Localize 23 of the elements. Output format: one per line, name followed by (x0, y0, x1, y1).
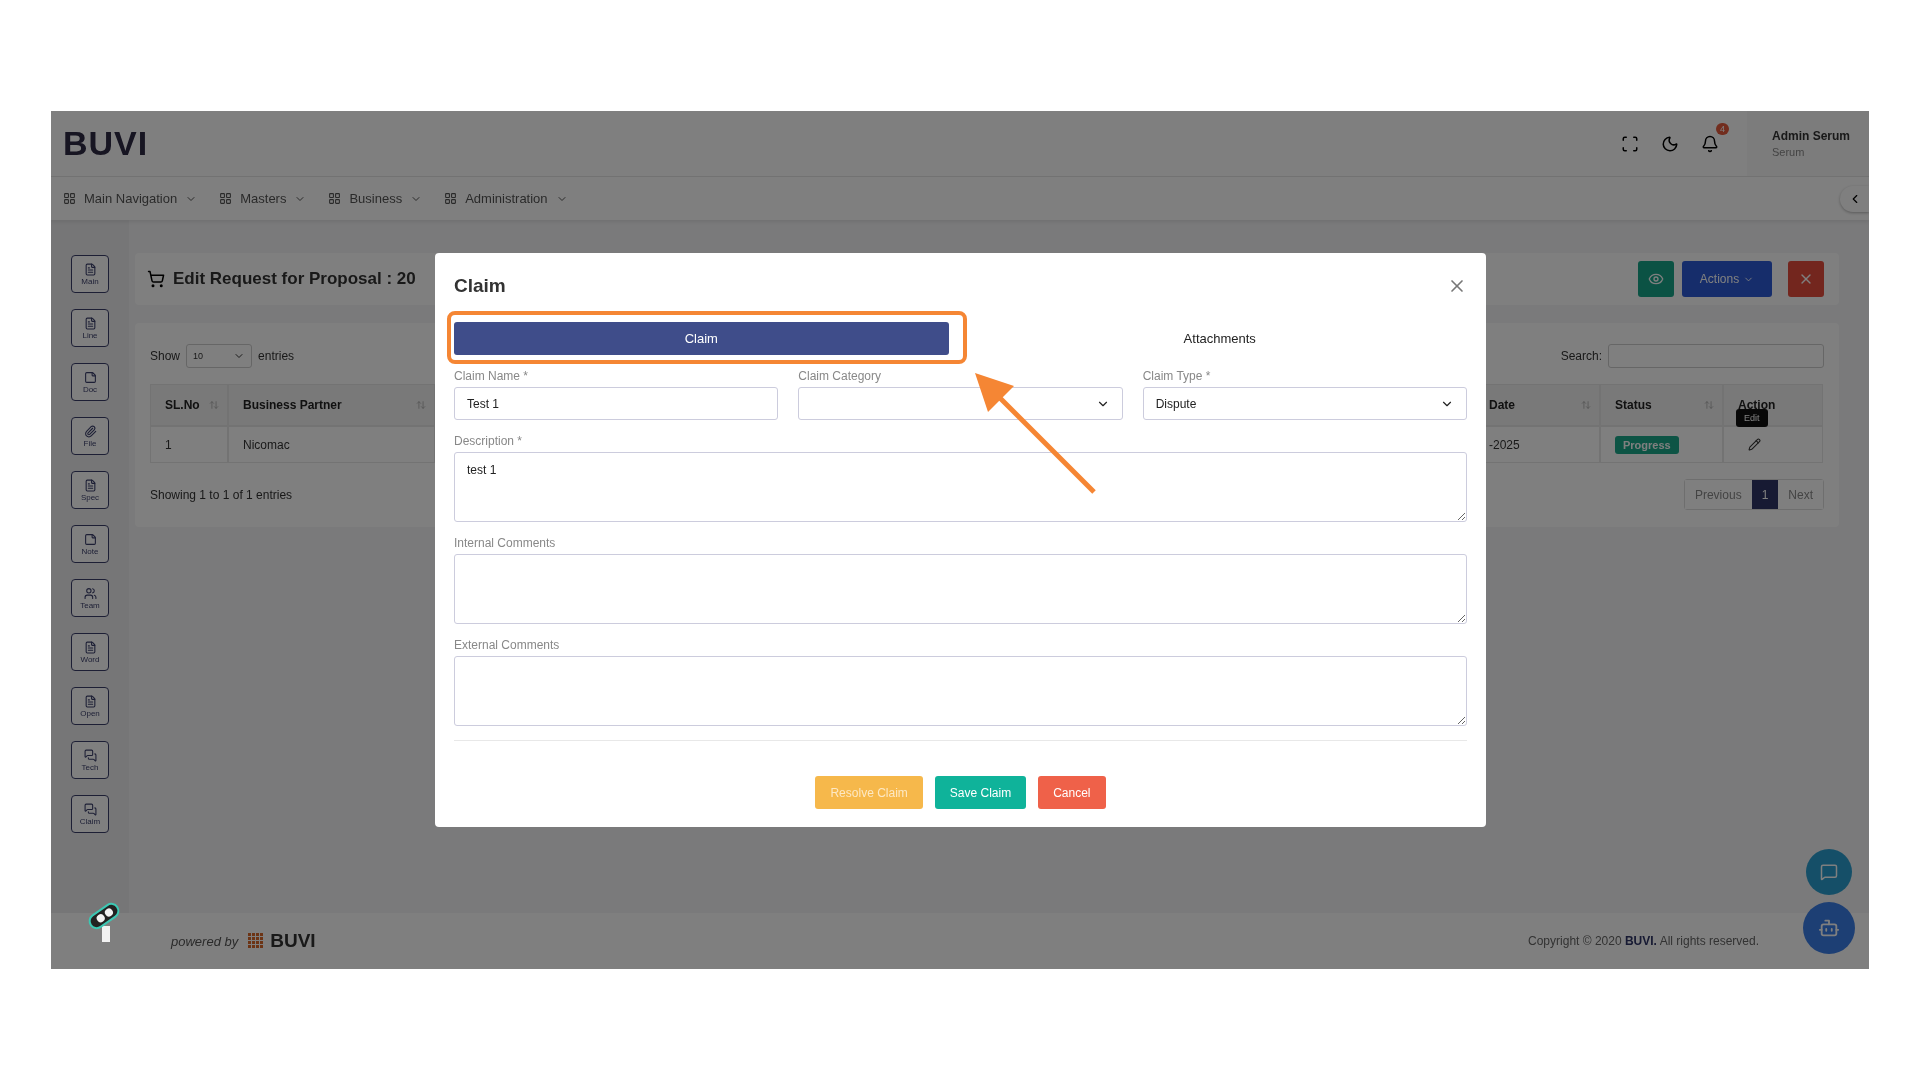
table-info: Showing 1 to 1 of 1 entries (150, 487, 293, 502)
table-cell: 1 (150, 426, 228, 463)
notification-badge: 4 (1716, 122, 1729, 135)
field-label: Internal Comments (454, 536, 557, 552)
field-label: Claim Type * (1142, 369, 1212, 385)
tooltip: Edit (1736, 409, 1768, 427)
field-label: Claim Category (798, 369, 883, 385)
table-cell: Nicomac (228, 426, 435, 463)
logo: BUVI (63, 124, 149, 163)
show-label: Show (150, 349, 181, 363)
copyright-text: Copyright © 2020 BUVI. All rights reserved. (1528, 934, 1759, 948)
field-label: External Comments (454, 638, 561, 654)
user-role: Serum (1772, 146, 1806, 158)
status-badge: Progress (1615, 435, 1679, 454)
powered-by-text: powered by (171, 933, 239, 949)
entries-label: entries (258, 349, 295, 363)
dialog-title: Claim (454, 275, 506, 297)
search-label: Search: (1560, 349, 1602, 363)
page-title: Edit Request for Proposal : 20 (173, 269, 416, 289)
footer-brand: BUVI (270, 930, 316, 952)
field-label: Description * (454, 434, 524, 450)
field-label: Claim Name * (454, 369, 529, 385)
user-name: Admin Serum (1772, 129, 1851, 143)
